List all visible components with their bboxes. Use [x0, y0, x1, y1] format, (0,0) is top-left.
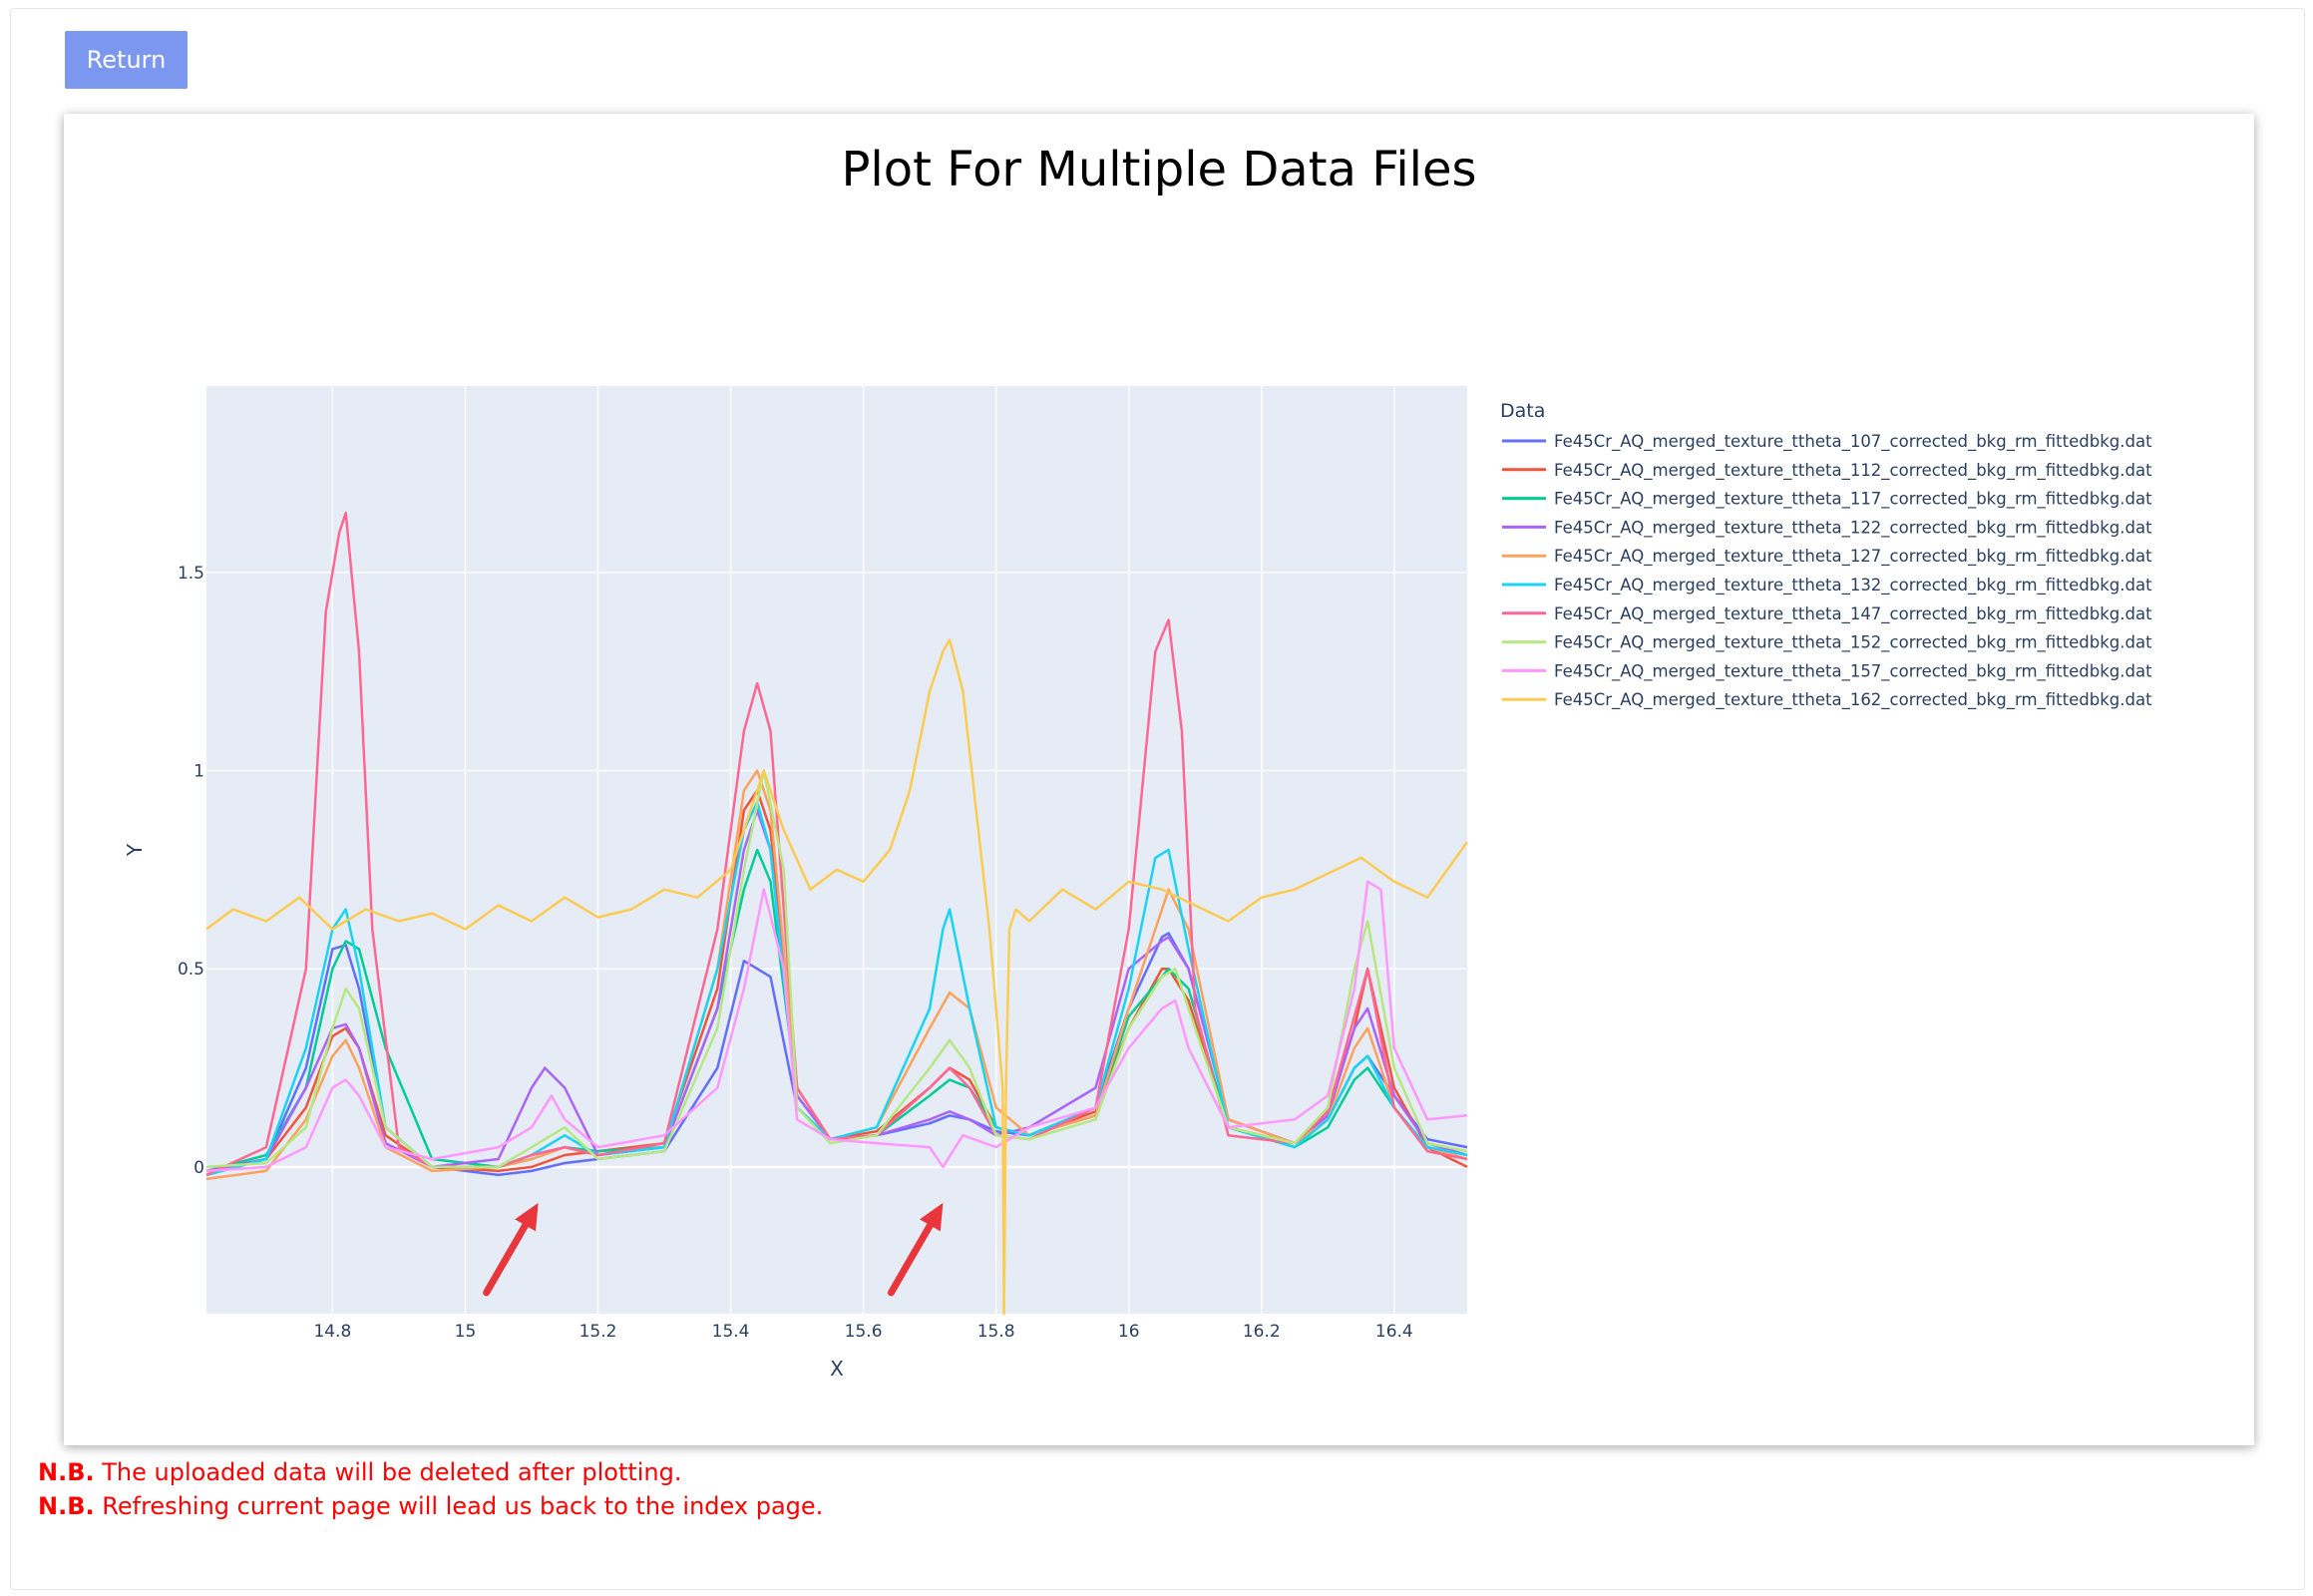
x-axis-label: X — [830, 1357, 844, 1381]
legend-label: Fe45Cr_AQ_merged_texture_ttheta_107_corr… — [1554, 432, 2152, 452]
legend-label: Fe45Cr_AQ_merged_texture_ttheta_162_corr… — [1554, 690, 2152, 710]
plot-card: Plot For Multiple Data Files 14.8 15 15.2 15… — [64, 114, 2254, 1445]
legend-label: Fe45Cr_AQ_merged_texture_ttheta_147_corr… — [1554, 604, 2152, 624]
x-tick-label: 15.4 — [712, 1322, 750, 1342]
y-tick-label: 1.5 — [178, 564, 204, 584]
legend-item[interactable]: Fe45Cr_AQ_merged_texture_ttheta_147_corr… — [1502, 604, 2152, 624]
y-tick-label: 0.5 — [178, 960, 204, 980]
legend-label: Fe45Cr_AQ_merged_texture_ttheta_122_corr… — [1554, 518, 2152, 538]
legend-item[interactable]: Fe45Cr_AQ_merged_texture_ttheta_107_corr… — [1502, 432, 2152, 452]
y-tick-label: 1 — [193, 762, 204, 782]
x-tick-label: 16.2 — [1243, 1322, 1281, 1342]
x-tick-label: 15.2 — [579, 1322, 617, 1342]
y-axis-label: Y — [123, 843, 147, 857]
legend-title: Data — [1500, 400, 1545, 422]
x-tick-label: 14.8 — [313, 1322, 351, 1342]
legend-item[interactable]: Fe45Cr_AQ_merged_texture_ttheta_152_corr… — [1502, 633, 2152, 653]
chart-title: Plot For Multiple Data Files — [841, 142, 1476, 198]
legend-item[interactable]: Fe45Cr_AQ_merged_texture_ttheta_157_corr… — [1502, 661, 2152, 681]
legend-item[interactable]: Fe45Cr_AQ_merged_texture_ttheta_132_corr… — [1502, 576, 2152, 596]
legend-item[interactable]: Fe45Cr_AQ_merged_texture_ttheta_162_corr… — [1502, 690, 2152, 710]
legend-label: Fe45Cr_AQ_merged_texture_ttheta_117_corr… — [1554, 490, 2152, 510]
legend-label: Fe45Cr_AQ_merged_texture_ttheta_152_corr… — [1554, 633, 2152, 653]
note-prefix: N.B. — [38, 1458, 95, 1486]
plot-area — [206, 386, 1467, 1314]
y-tick-label: 0 — [193, 1158, 204, 1178]
note-text: Refreshing current page will lead us bac… — [102, 1492, 824, 1520]
legend-item[interactable]: Fe45Cr_AQ_merged_texture_ttheta_117_corr… — [1502, 490, 2152, 510]
x-tick-label: 15.8 — [977, 1322, 1015, 1342]
x-tick-label: 15.6 — [845, 1322, 883, 1342]
legend-label: Fe45Cr_AQ_merged_texture_ttheta_157_corr… — [1554, 661, 2152, 681]
multi-file-line-chart[interactable]: Plot For Multiple Data Files 14.8 15 15.2 15… — [64, 114, 2254, 1445]
legend-item[interactable]: Fe45Cr_AQ_merged_texture_ttheta_122_corr… — [1502, 518, 2152, 538]
note-prefix: N.B. — [38, 1492, 95, 1520]
note-deleted-data: N.B. The uploaded data will be deleted a… — [38, 1458, 682, 1486]
legend-label: Fe45Cr_AQ_merged_texture_ttheta_132_corr… — [1554, 576, 2152, 596]
x-tick-label: 16.4 — [1375, 1322, 1413, 1342]
return-button[interactable]: Return — [65, 31, 188, 89]
legend-item[interactable]: Fe45Cr_AQ_merged_texture_ttheta_127_corr… — [1502, 547, 2152, 567]
note-text: The uploaded data will be deleted after … — [102, 1458, 682, 1486]
x-tick-label: 15 — [455, 1322, 477, 1342]
legend-label: Fe45Cr_AQ_merged_texture_ttheta_112_corr… — [1554, 461, 2152, 481]
legend-item[interactable]: Fe45Cr_AQ_merged_texture_ttheta_112_corr… — [1502, 461, 2152, 481]
legend-label: Fe45Cr_AQ_merged_texture_ttheta_127_corr… — [1554, 547, 2152, 567]
x-tick-label: 16 — [1118, 1322, 1140, 1342]
note-refresh-page: N.B. Refreshing current page will lead u… — [38, 1492, 823, 1520]
